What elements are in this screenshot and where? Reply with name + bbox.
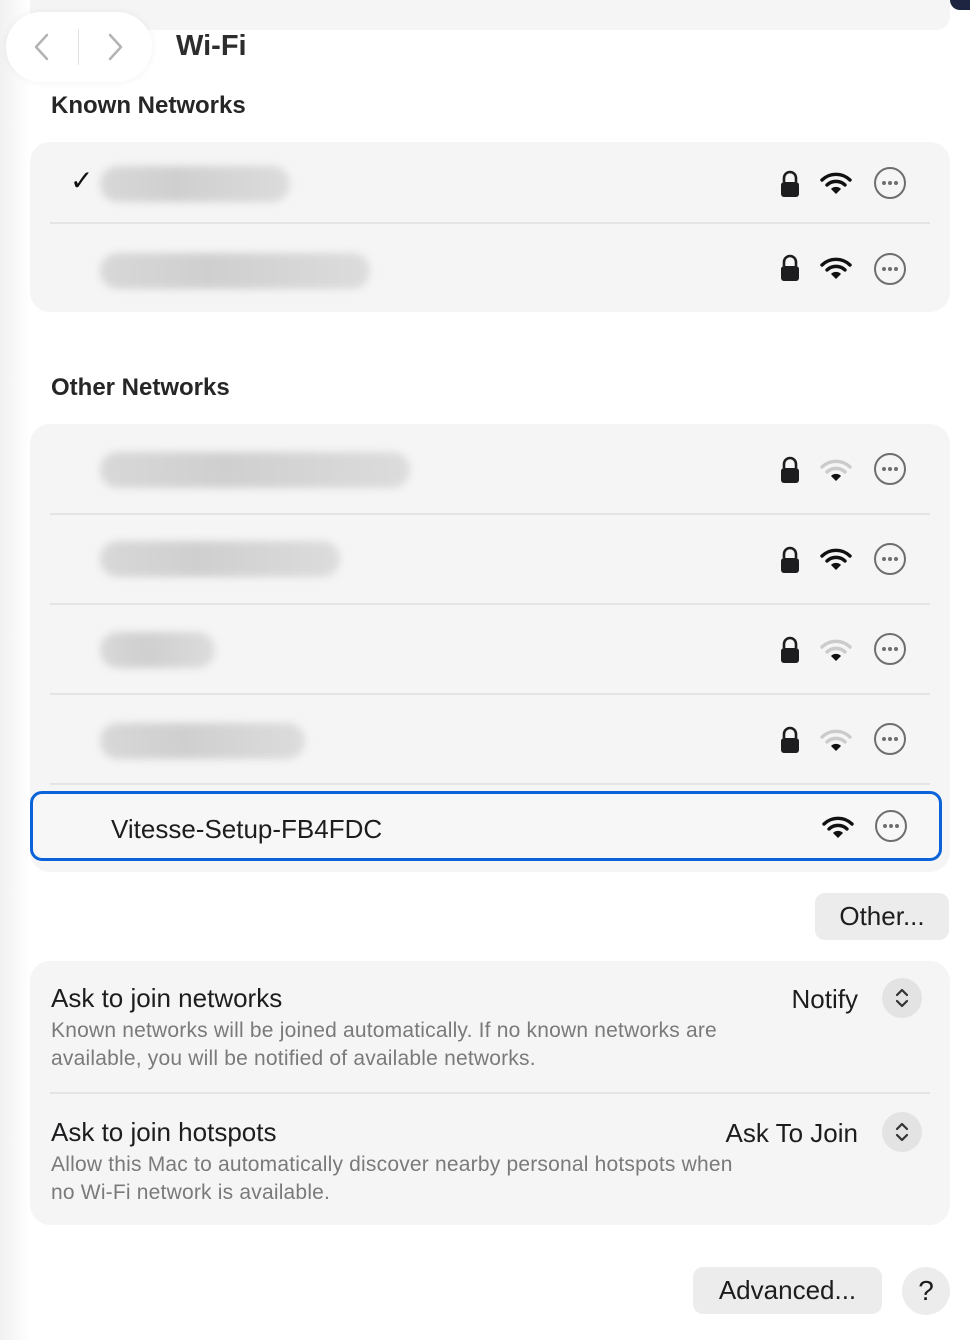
chevron-left-icon	[34, 33, 49, 61]
lock-icon	[778, 724, 802, 756]
known-network-row[interactable]	[30, 224, 950, 312]
network-name-redacted	[100, 166, 290, 202]
wifi-settings-window: Wi-Fi Known Networks ✓ Other Networks Vi…	[0, 0, 970, 1340]
row-divider	[50, 1092, 930, 1094]
sidebar-edge	[0, 0, 30, 1340]
wifi-weak-icon	[818, 725, 854, 755]
network-options-button[interactable]	[872, 251, 908, 287]
join-settings-group: Ask to join networks Known networks will…	[30, 961, 950, 1225]
up-down-chevron-icon	[895, 1122, 909, 1142]
network-options-button[interactable]	[872, 165, 908, 201]
known-networks-heading: Known Networks	[51, 92, 246, 119]
ask-join-hotspots-stepper[interactable]	[882, 1112, 922, 1152]
wifi-weak-icon	[818, 455, 854, 485]
other-network-button[interactable]: Other...	[815, 893, 949, 940]
forward-button[interactable]	[79, 12, 151, 82]
other-network-row[interactable]	[30, 604, 950, 694]
other-network-row[interactable]	[30, 424, 950, 514]
network-name-redacted	[100, 723, 305, 759]
wifi-strong-icon	[818, 168, 854, 198]
network-name: Vitesse-Setup-FB4FDC	[111, 814, 383, 844]
known-network-row[interactable]: ✓	[30, 142, 950, 224]
help-button[interactable]: ?	[902, 1267, 950, 1315]
ask-join-networks-stepper[interactable]	[882, 978, 922, 1018]
wifi-strong-icon	[820, 812, 856, 842]
window-corner	[950, 0, 970, 10]
lock-icon	[778, 252, 802, 284]
network-name-redacted	[100, 452, 410, 488]
lock-icon	[778, 168, 802, 200]
lock-icon	[778, 634, 802, 666]
connected-checkmark-icon: ✓	[70, 165, 94, 196]
row-divider	[50, 783, 930, 785]
top-group-remnant	[30, 0, 950, 30]
known-networks-list: ✓	[30, 142, 950, 312]
network-options-button[interactable]	[872, 631, 908, 667]
ask-join-networks-value[interactable]: Notify	[792, 984, 858, 1015]
network-options-button[interactable]	[872, 541, 908, 577]
up-down-chevron-icon	[895, 988, 909, 1008]
ask-join-networks-description: Known networks will be joined automatica…	[51, 1019, 717, 1070]
network-name-redacted	[100, 541, 340, 577]
other-networks-heading: Other Networks	[51, 374, 230, 401]
lock-icon	[778, 454, 802, 486]
advanced-button[interactable]: Advanced...	[693, 1267, 882, 1314]
network-options-button[interactable]	[873, 808, 909, 844]
ask-join-networks-title: Ask to join networks	[51, 983, 283, 1013]
network-options-button[interactable]	[872, 721, 908, 757]
wifi-strong-icon	[818, 544, 854, 574]
network-name-redacted	[100, 632, 215, 668]
back-button[interactable]	[6, 12, 78, 82]
other-network-row[interactable]	[30, 694, 950, 784]
wifi-weak-icon	[818, 635, 854, 665]
other-network-row[interactable]	[30, 514, 950, 604]
navigation-buttons	[6, 12, 152, 82]
page-title: Wi-Fi	[176, 30, 247, 62]
network-options-button[interactable]	[872, 451, 908, 487]
network-name-redacted	[100, 253, 370, 289]
lock-icon	[778, 544, 802, 576]
ask-join-hotspots-description: Allow this Mac to automatically discover…	[51, 1153, 733, 1204]
chevron-right-icon	[108, 33, 123, 61]
selected-network-row[interactable]: Vitesse-Setup-FB4FDC	[30, 791, 942, 861]
ask-join-hotspots-title: Ask to join hotspots	[51, 1117, 277, 1147]
ask-join-hotspots-value[interactable]: Ask To Join	[726, 1118, 858, 1149]
wifi-strong-icon	[818, 253, 854, 283]
